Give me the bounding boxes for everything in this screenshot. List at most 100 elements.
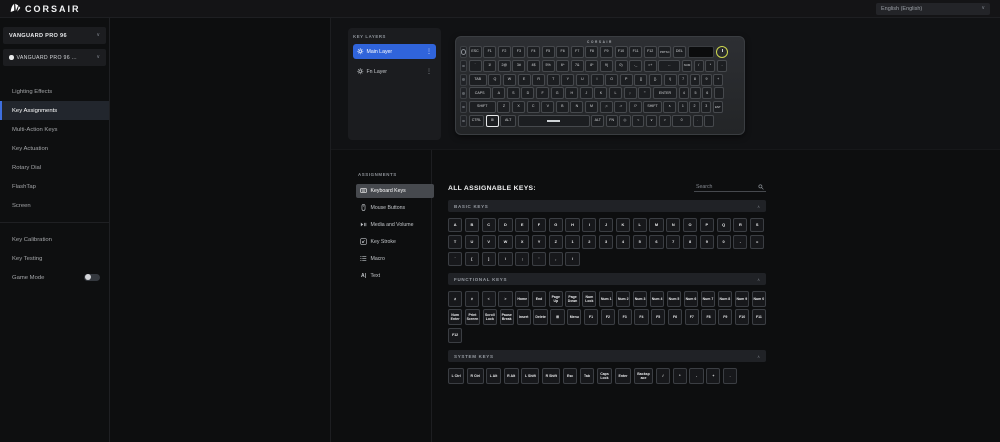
assignable-key-num-9[interactable]: Num 9 [735,291,749,307]
assignable-key-scroll-lock[interactable]: Scroll Lock [483,309,497,325]
assignable-key-f7[interactable]: F7 [685,309,699,325]
device-selector[interactable]: VANGUARD PRO 96 ∨ [3,27,106,44]
assignable-key-i[interactable]: I [582,218,596,232]
assignable-key-b[interactable]: B [465,218,479,232]
kb-macro-key[interactable] [460,115,467,127]
assignable-key-key[interactable]: ⊞ [550,309,564,325]
kb-key-q[interactable]: Q [488,74,501,86]
assignable-key-f[interactable]: F [532,218,546,232]
section-header-functional-keys[interactable]: FUNCTIONAL KEYS∧ [448,273,766,285]
assignable-key-7[interactable]: 7 [666,235,680,249]
kb-key-s[interactable]: S [507,87,520,99]
assignable-key-num-6[interactable]: Num 6 [684,291,698,307]
assignable-key-1[interactable]: 1 [565,235,579,249]
kb-key-key[interactable]: ∧ [663,101,676,113]
kb-key-key[interactable]: + [713,74,723,86]
assignable-key-f8[interactable]: F8 [701,309,715,325]
assignable-key-6[interactable]: 6 [649,235,663,249]
assignable-key-page-up[interactable]: Page Up [549,291,563,307]
kb-key-c[interactable]: C [527,101,540,113]
assignable-key-t[interactable]: T [448,235,462,249]
kb-key-f12[interactable]: F12 [644,46,657,58]
assignable-key-f3[interactable]: F3 [618,309,632,325]
assignment-type-mouse-buttons[interactable]: Mouse Buttons [356,201,434,215]
assignment-type-keyboard-keys[interactable]: Keyboard Keys [356,184,434,198]
kb-key-8[interactable]: 8* [585,60,598,72]
assignable-key-home[interactable]: Home [515,291,529,307]
sidebar-item-key-calibration[interactable]: Key Calibration [0,230,109,249]
chevron-up-icon[interactable]: ∧ [757,277,760,282]
assignable-key-tab[interactable]: Tab [580,368,594,384]
kb-key-key[interactable] [714,87,724,99]
kb-key-key[interactable]: /? [629,101,642,113]
device-profile-selector[interactable]: VANGUARD PRO 96 ... ∨ [3,49,106,66]
assignable-key-2[interactable]: 2 [582,235,596,249]
assignable-key-l[interactable]: L [633,218,647,232]
assignable-key-a[interactable]: A [448,218,462,232]
kb-key-2[interactable]: 2@ [498,60,511,72]
kb-key-8[interactable]: 8 [690,74,700,86]
assignable-key-u[interactable]: U [465,235,479,249]
assignable-key-key[interactable]: ; [515,252,529,266]
assignable-key-key[interactable]: < [482,291,496,307]
language-selector[interactable]: English (English) ∨ [876,3,990,15]
assignable-key-o[interactable]: O [683,218,697,232]
kb-key-9[interactable]: 9( [600,60,613,72]
assignable-key-f4[interactable]: F4 [634,309,648,325]
kb-key-x[interactable]: X [512,101,525,113]
assignable-key-r-shift[interactable]: R Shift [542,368,560,384]
assignable-key-r[interactable]: R [733,218,747,232]
assignable-key-c[interactable]: C [482,218,496,232]
kb-key-tab[interactable]: TAB [469,74,487,86]
kb-key-r[interactable]: R [532,74,545,86]
assignable-key-print-screen[interactable]: Print Screen [465,309,480,325]
kb-key-5[interactable]: 5% [542,60,555,72]
kb-key-p[interactable]: P [620,74,633,86]
kb-key-key[interactable]: -_ [629,60,642,72]
assignable-key-backsp-ace[interactable]: Backsp ace [634,368,654,384]
assignable-key-num-3[interactable]: Num 3 [633,291,647,307]
kb-key-shift[interactable]: SHIFT [469,101,496,113]
kb-key-fn[interactable]: FN [606,115,618,127]
assignable-key-insert[interactable]: Insert [517,309,531,325]
assignable-key-key[interactable]: > [498,291,512,307]
assignable-key-menu[interactable]: Menu [567,309,581,325]
kb-key-y[interactable]: Y [561,74,574,86]
sidebar-item-key-assignments[interactable]: Key Assignments [0,101,109,120]
kb-key-key[interactable]: '" [638,87,651,99]
kb-key-t[interactable]: T [547,74,560,86]
kb-key-key[interactable]: ` [469,60,482,72]
assignable-key-num-2[interactable]: Num 2 [616,291,630,307]
kb-key-f9[interactable]: F9 [600,46,613,58]
kb-key-key[interactable]: ;: [624,87,637,99]
kb-key-alt[interactable]: ALT [500,115,516,127]
assignable-key-key[interactable]: \ [498,252,512,266]
kb-key-key[interactable]: ◎ [619,115,631,127]
assignable-key-key[interactable]: ' [532,252,546,266]
kb-key-key[interactable]: \| [664,74,677,86]
assignable-key-end[interactable]: End [532,291,546,307]
assignable-key-d[interactable]: D [498,218,512,232]
kb-key-6[interactable]: 6 [702,87,712,99]
assignable-key-0[interactable]: 0 [717,235,731,249]
kb-key-key[interactable]: ← [658,60,680,72]
kb-key-l[interactable]: L [609,87,622,99]
kb-key-3[interactable]: 3# [512,60,525,72]
kb-key-f4[interactable]: F4 [527,46,540,58]
assignable-key-key[interactable]: ] [482,252,496,266]
assignable-key-f12[interactable]: F12 [448,328,462,344]
assignable-key-f5[interactable]: F5 [651,309,665,325]
assignable-key-l-ctrl[interactable]: L Ctrl [448,368,464,384]
kb-key-prtsc[interactable]: PRTSC [658,46,671,58]
assignable-key-key[interactable]: [ [465,252,479,266]
kb-key-7[interactable]: 7& [571,60,584,72]
kb-key-6[interactable]: 6^ [556,60,569,72]
sidebar-item-key-actuation[interactable]: Key Actuation [0,139,109,158]
kb-key-o[interactable]: O [605,74,618,86]
kb-key-0[interactable]: 0 [672,115,691,127]
kb-key-1[interactable]: 1! [483,60,496,72]
assignable-key-9[interactable]: 9 [700,235,714,249]
section-header-system-keys[interactable]: SYSTEM KEYS∧ [448,350,766,362]
assignable-key-f2[interactable]: F2 [601,309,615,325]
kb-key-f8[interactable]: F8 [585,46,598,58]
